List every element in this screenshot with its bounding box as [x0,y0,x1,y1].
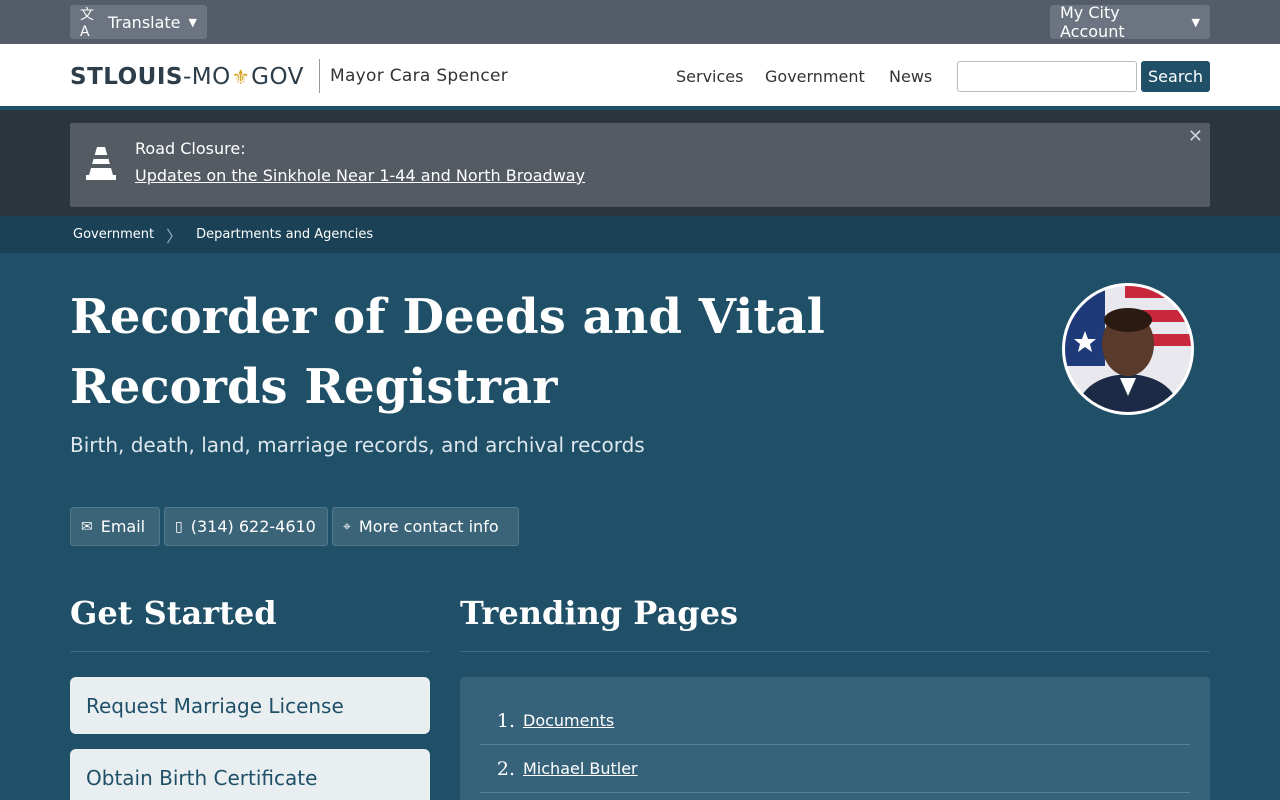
logo-text-end: GOV [251,64,304,90]
translate-icon: 文A [80,7,94,40]
translate-label: Translate [107,12,181,32]
nav-services[interactable]: Services [676,67,743,86]
avatar [1062,283,1194,415]
utility-bar: 文A Translate ▼ My City Account ▼ [0,0,1280,44]
get-started-birth-certificate[interactable]: Obtain Birth Certificate [70,749,430,800]
header-divider [319,59,320,93]
search-input[interactable] [957,61,1137,92]
divider [70,651,430,652]
translate-button[interactable]: 文A Translate ▼ [70,5,207,40]
map-icon: ⌖ [343,518,351,535]
breadcrumb-departments[interactable]: Departments and Agencies [196,227,373,242]
envelope-icon: ✉ [81,518,93,535]
alert-zone: Road Closure: Updates on the Sinkhole Ne… [0,110,1280,216]
divider [460,651,1210,652]
trending-link-documents[interactable]: Documents [523,711,614,730]
trending-link-michael-butler[interactable]: Michael Butler [523,759,638,778]
search-button[interactable]: Search [1141,61,1210,92]
caret-down-icon: ▼ [188,15,197,29]
traffic-cone-icon [86,147,116,180]
road-closure-alert: Road Closure: Updates on the Sinkhole Ne… [70,123,1210,207]
email-label: Email [100,517,146,536]
nav-government[interactable]: Government [765,67,865,86]
close-icon[interactable]: ✕ [1188,126,1203,147]
more-contact-button[interactable]: ⌖ More contact info [332,507,519,546]
alert-label: Road Closure: [135,139,246,158]
page-title: Recorder of Deeds and Vital Records Regi… [70,289,825,415]
alert-link[interactable]: Updates on the Sinkhole Near 1-44 and No… [135,166,585,185]
trending-panel: 1. Documents 2. Michael Butler [460,677,1210,800]
list-item: 2. Michael Butler [480,745,1190,793]
list-number: 1. [496,709,515,732]
page-subtitle: Birth, death, land, marriage records, an… [70,433,645,457]
list-item: 1. Documents [480,697,1190,745]
logo-text-bold: STLOUIS [70,64,183,90]
phone-label: (314) 622-4610 [190,517,316,536]
site-logo[interactable]: STLOUIS -MO ⚜ GOV [70,64,304,90]
caret-down-icon: ▼ [1191,15,1200,29]
nav-news[interactable]: News [889,67,932,86]
breadcrumb: Government 〉 Departments and Agencies [0,216,1280,253]
breadcrumb-government[interactable]: Government [73,227,154,242]
logo-text-mid: -MO [182,64,231,90]
phone-button[interactable]: ▯ (314) 622-4610 [164,507,328,546]
email-button[interactable]: ✉ Email [70,507,160,546]
mayor-name: Mayor Cara Spencer [330,66,509,86]
get-started-heading: Get Started [70,594,277,632]
more-contact-label: More contact info [358,517,499,536]
list-number: 2. [496,757,515,780]
get-started-marriage-license[interactable]: Request Marriage License [70,677,430,734]
official-portrait [1065,286,1191,412]
chevron-right-icon: 〉 [166,226,183,246]
trending-heading: Trending Pages [460,594,738,632]
account-label: My City Account [1060,3,1125,41]
phone-icon: ▯ [175,518,183,535]
fleur-de-lis-icon: ⚜ [231,65,251,89]
my-city-account-button[interactable]: My City Account ▼ [1050,3,1210,41]
site-header: STLOUIS -MO ⚜ GOV Mayor Cara Spencer Ser… [0,44,1280,110]
